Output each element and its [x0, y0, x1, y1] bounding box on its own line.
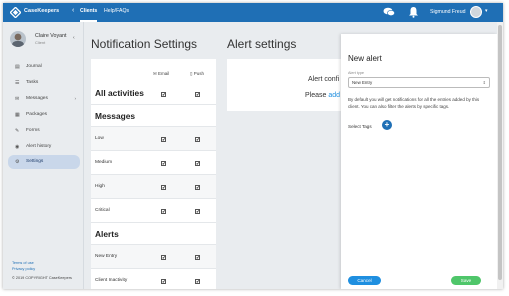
- push-checkbox[interactable]: ✔: [195, 185, 200, 190]
- row-label: High: [95, 184, 105, 189]
- row-client-inactivity: Client Inactivity ✔ ✔: [91, 269, 216, 289]
- user-avatar[interactable]: [470, 6, 482, 18]
- push-column-header: ▯ Push: [190, 71, 204, 76]
- sidebar-item-label: Journal: [26, 64, 42, 69]
- sidebar-item-packages[interactable]: ▦ Packages: [8, 108, 80, 122]
- email-column-header: ✉ Email: [153, 71, 170, 76]
- notification-settings-card: ✉ Email ▯ Push All activities ✔ ✔ Messag…: [91, 59, 216, 289]
- privacy-link[interactable]: Privacy policy: [12, 267, 35, 271]
- tasks-icon: ☰: [15, 80, 20, 86]
- new-alert-panel: New alert Alert type New Entry ⇕ By defa…: [341, 34, 497, 289]
- user-name[interactable]: Sigmund Freud: [430, 9, 465, 15]
- email-checkbox[interactable]: ✔: [161, 161, 166, 166]
- push-checkbox[interactable]: ✔: [195, 92, 200, 97]
- chevron-right-icon: ›: [74, 96, 77, 101]
- sidebar-item-label: Tasks: [26, 80, 39, 85]
- row-all-activities: All activities ✔ ✔: [91, 83, 216, 105]
- row-high: High ✔ ✔: [91, 175, 216, 199]
- alert-type-select[interactable]: New Entry ⇕: [348, 77, 490, 88]
- sidebar-item-label: Messages: [26, 96, 48, 101]
- alert-type-label: Alert type: [348, 71, 365, 75]
- client-avatar: [10, 31, 26, 47]
- select-tags-label: Select Tags: [348, 124, 372, 129]
- section-alerts: Alerts: [91, 223, 216, 245]
- nav-clients[interactable]: Clients: [80, 8, 98, 22]
- new-alert-title: New alert: [348, 54, 382, 63]
- push-checkbox[interactable]: ✔: [195, 161, 200, 166]
- push-checkbox[interactable]: ✔: [195, 209, 200, 214]
- alert-history-icon: ◉: [15, 144, 20, 150]
- packages-icon: ▦: [15, 112, 20, 118]
- save-button[interactable]: Save: [451, 276, 481, 285]
- page-title: Notification Settings: [91, 37, 198, 51]
- client-role: Client: [35, 40, 46, 45]
- chat-icon[interactable]: [383, 7, 395, 17]
- bell-icon[interactable]: [408, 6, 419, 18]
- terms-link[interactable]: Terms of use: [12, 261, 34, 265]
- alert-description: By default you will get notifications fo…: [348, 97, 480, 109]
- select-arrows-icon: ⇕: [482, 80, 486, 85]
- sidebar-item-alert-history[interactable]: ◉ Alert history: [8, 140, 80, 154]
- forms-icon: ✎: [15, 128, 20, 134]
- messages-icon: ✉: [15, 96, 20, 102]
- push-checkbox[interactable]: ✔: [195, 279, 200, 284]
- collapse-sidebar-button[interactable]: ‹: [72, 7, 74, 14]
- casekeepers-logo-icon: [10, 7, 21, 18]
- nav-help-faqs[interactable]: Help/FAQs: [104, 8, 129, 14]
- row-new-entry: New Entry ✔ ✔: [91, 245, 216, 269]
- sidebar-item-forms[interactable]: ✎ Forms: [8, 124, 80, 138]
- copyright-text: © 2019 COPYRIGHT CaseKeepers: [12, 276, 72, 280]
- row-medium: Medium ✔ ✔: [91, 151, 216, 175]
- row-low: Low ✔ ✔: [91, 127, 216, 151]
- client-photo-icon: [12, 33, 24, 47]
- alert-add-prefix: Please: [305, 92, 329, 99]
- top-nav-bar: CaseKeepers ‹ Clients Help/FAQs Sigmund …: [3, 3, 503, 22]
- sidebar-item-label: Settings: [26, 159, 44, 164]
- app-window: CaseKeepers ‹ Clients Help/FAQs Sigmund …: [3, 3, 503, 289]
- row-label: Client Inactivity: [95, 278, 128, 283]
- alert-settings-title: Alert settings: [227, 37, 297, 51]
- cancel-button[interactable]: Cancel: [348, 276, 381, 285]
- sidebar-item-label: Alert history: [26, 144, 52, 149]
- add-tag-button[interactable]: +: [382, 120, 392, 130]
- row-label: Medium: [95, 160, 113, 165]
- email-checkbox[interactable]: ✔: [161, 137, 166, 142]
- section-messages: Messages: [91, 105, 216, 127]
- email-checkbox[interactable]: ✔: [161, 255, 166, 260]
- add-alert-link[interactable]: add: [328, 92, 340, 99]
- brand-name: CaseKeepers: [24, 8, 60, 14]
- push-checkbox[interactable]: ✔: [195, 255, 200, 260]
- sidebar-item-label: Packages: [26, 112, 48, 117]
- row-critical: Critical ✔ ✔: [91, 199, 216, 223]
- sidebar-item-tasks[interactable]: ☰ Tasks: [8, 76, 80, 90]
- caret-down-icon[interactable]: ▾: [485, 8, 488, 14]
- row-label: Low: [95, 136, 104, 141]
- journal-icon: ▤: [15, 64, 20, 70]
- sidebar-item-settings[interactable]: ⚙ Settings: [8, 155, 80, 169]
- client-menu-icon[interactable]: ‹: [73, 35, 75, 41]
- alert-type-value: New Entry: [352, 80, 373, 85]
- settings-icon: ⚙: [15, 159, 20, 165]
- email-checkbox[interactable]: ✔: [161, 209, 166, 214]
- email-checkbox[interactable]: ✔: [161, 185, 166, 190]
- email-checkbox[interactable]: ✔: [161, 92, 166, 97]
- sidebar-item-journal[interactable]: ▤ Journal: [8, 60, 80, 74]
- row-label: All activities: [95, 88, 144, 98]
- email-checkbox[interactable]: ✔: [161, 279, 166, 284]
- push-checkbox[interactable]: ✔: [195, 137, 200, 142]
- row-label: New Entry: [95, 254, 118, 259]
- sidebar-item-messages[interactable]: ✉ Messages ›: [8, 92, 80, 106]
- alert-settings-card: [227, 59, 347, 111]
- sidebar-item-label: Forms: [26, 128, 40, 133]
- client-name: Claire Voyant: [35, 33, 67, 39]
- scrollbar-thumb[interactable]: [498, 25, 502, 280]
- row-label: Critical: [95, 208, 110, 213]
- section-heading: Messages: [95, 111, 136, 121]
- alert-add-message: Please add: [305, 92, 340, 99]
- section-heading: Alerts: [95, 229, 119, 239]
- alert-config-message: Alert confi: [308, 76, 340, 83]
- sidebar: Claire Voyant Client ‹ ▤ Journal ☰ Tasks…: [3, 22, 84, 289]
